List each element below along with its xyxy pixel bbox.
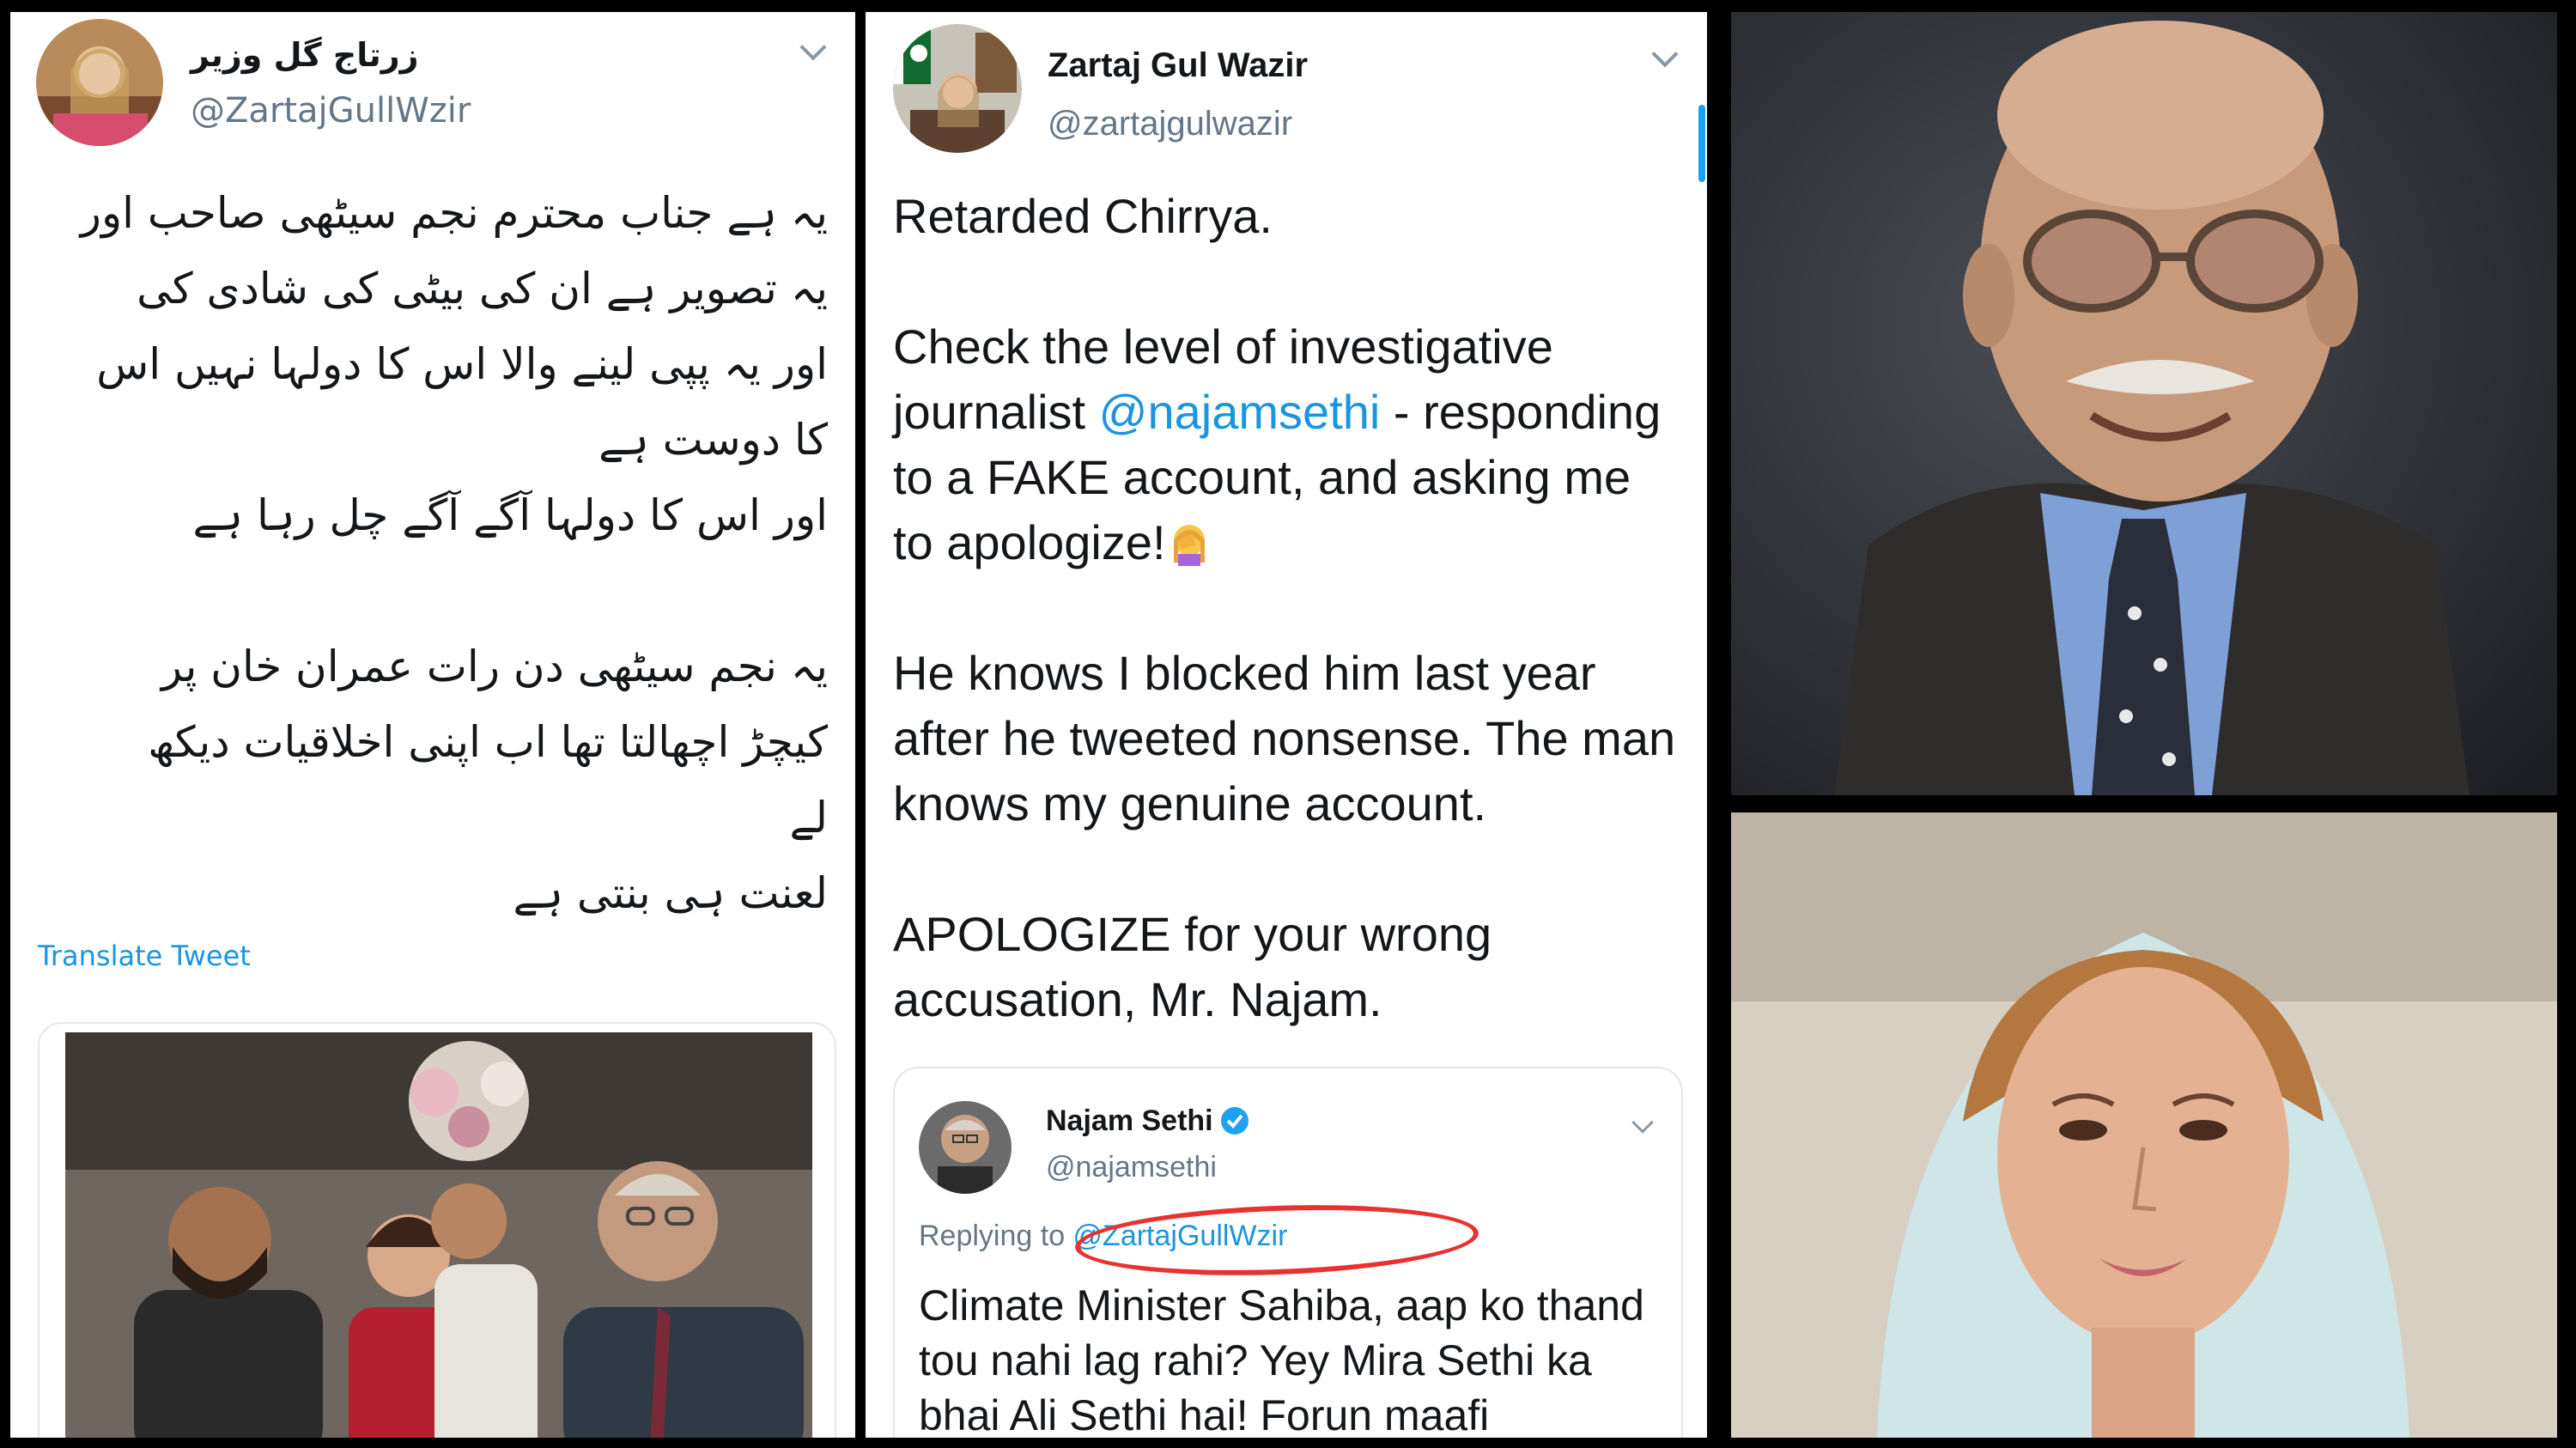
woman-facepalming-emoji-icon (1173, 525, 1205, 566)
tweet-line: لے (789, 793, 828, 843)
portrait-photo-woman (1731, 812, 2557, 1438)
tweet-english-panel: Zartaj Gul Wazir @zartajgulwazir Retarde… (866, 12, 1707, 1438)
chevron-down-icon[interactable] (1651, 40, 1679, 68)
profile-avatar[interactable] (893, 24, 1022, 153)
portrait-woman-image (1731, 812, 2557, 1438)
portrait-man-image (1731, 12, 2557, 795)
replying-prefix: Replying to (919, 1220, 1073, 1252)
quoted-profile-avatar[interactable] (919, 1101, 1012, 1194)
tweet-photo[interactable] (38, 1022, 836, 1438)
red-circle-annotation (1073, 1198, 1480, 1282)
wedding-photo-image (65, 1032, 812, 1438)
quoted-user-handle[interactable]: @najamsethi (1046, 1151, 1217, 1184)
translate-tweet-link[interactable]: Translate Tweet (38, 940, 251, 972)
tweet-paragraph: He knows I blocked him last year after h… (893, 646, 1676, 830)
tweet-line: یہ نجم سیٹھی دن رات عمران خان پر (161, 642, 828, 691)
tweet-line: یہ ہے جناب محترم نجم سیٹھی صاحب اور (80, 188, 828, 238)
tweet-urdu-panel: زرتاج گل وزیر @ZartajGullWzir یہ ہے جناب… (10, 12, 855, 1438)
tweet-line: لعنت ہی بنتی ہے (513, 868, 828, 918)
display-name[interactable]: Zartaj Gul Wazir (1048, 46, 1308, 85)
user-handle[interactable]: @ZartajGullWzir (191, 91, 471, 131)
user-handle[interactable]: @zartajgulwazir (1048, 105, 1292, 143)
tweet-paragraph: APOLOGIZE for your wrong accusation, Mr.… (893, 907, 1492, 1026)
tweet-text: یہ ہے جناب محترم نجم سیٹھی صاحب اور یہ ت… (29, 175, 828, 931)
tweet-paragraph: Check the level of investigative journal… (893, 314, 1683, 575)
tweet-line: اور یہ پپی لینے والا اس کا دولہا نہیں اس (96, 339, 828, 389)
display-name[interactable]: زرتاج گل وزیر (191, 36, 419, 74)
tweet-line: کا دوست ہے (598, 415, 828, 465)
scroll-indicator[interactable] (1698, 105, 1705, 182)
tweet-paragraph: Retarded Chirrya. (893, 189, 1273, 243)
quoted-name-text: Najam Sethi (1046, 1104, 1213, 1137)
chevron-down-icon[interactable] (799, 33, 827, 61)
tweet-line: یہ تصویر ہے ان کی بیٹی کی شادی کی (137, 264, 828, 313)
chevron-down-icon[interactable] (1631, 1111, 1654, 1134)
tweet-line (29, 553, 828, 629)
tweet-line: اور اس کا دولہا آگے آگے چل رہا ہے (192, 490, 828, 540)
mention-link[interactable]: @najamsethi (1099, 385, 1381, 439)
quoted-tweet[interactable]: Najam Sethi @najamsethi Replying to @Zar… (893, 1067, 1683, 1438)
profile-avatar[interactable] (36, 19, 163, 146)
quoted-display-name[interactable]: Najam Sethi (1046, 1104, 1249, 1138)
tweet-text: Retarded Chirrya. Check the level of inv… (893, 184, 1683, 1032)
portrait-photo-man (1731, 12, 2557, 795)
tweet-line: کیچڑ اچھالتا تھا اب اپنی اخلاقیات دیکھ (148, 717, 828, 767)
quoted-tweet-text: Climate Minister Sahiba, aap ko thand to… (919, 1281, 1644, 1438)
verified-badge-icon (1220, 1107, 1249, 1135)
